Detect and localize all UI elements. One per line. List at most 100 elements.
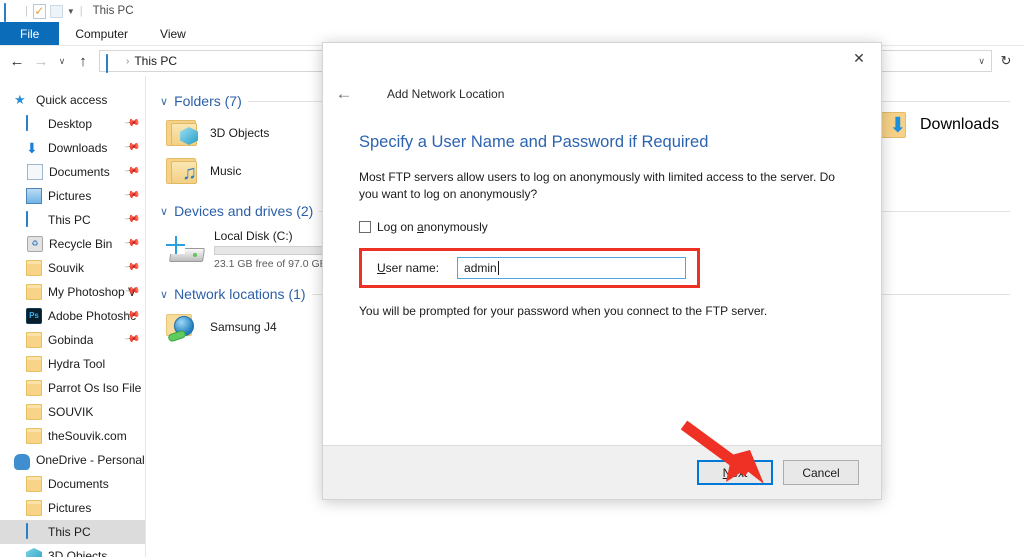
sidebar-item-label: OneDrive - Personal [36, 453, 145, 467]
pictures-icon [26, 188, 42, 204]
sidebar-item-quick-access[interactable]: ★ Quick access [0, 88, 145, 112]
this-pc-icon[interactable] [4, 4, 20, 18]
tab-file[interactable]: File [0, 22, 59, 45]
sidebar-item-label: This PC [48, 213, 91, 227]
chevron-down-icon-address[interactable]: ∨ [978, 56, 985, 67]
hard-drive-icon [166, 236, 204, 264]
pin-icon[interactable]: 📌 [123, 259, 140, 275]
list-item-downloads[interactable]: ⬇ Downloads [876, 111, 999, 139]
item-label: Downloads [920, 116, 999, 134]
up-button[interactable]: ↑ [72, 49, 94, 73]
cube-icon [26, 548, 42, 557]
folder-icon [26, 260, 42, 276]
sidebar-item-onedrive-documents[interactable]: Documents [0, 472, 145, 496]
capacity-bar [214, 246, 332, 255]
next-label: ext [731, 466, 747, 480]
sidebar-item-label: Pictures [48, 189, 91, 203]
back-arrow-icon[interactable]: ← [333, 84, 355, 104]
recent-locations-button[interactable]: ∨ [54, 49, 70, 73]
sidebar-item-label: Desktop [48, 117, 92, 131]
screen: | ✓ ▼ | This PC File Computer View ← → ∨… [0, 0, 1024, 557]
refresh-button[interactable]: ↻ [994, 49, 1018, 73]
pin-icon[interactable]: 📌 [123, 211, 140, 227]
desktop-icon [26, 524, 42, 540]
item-label: Local Disk (C:) [214, 229, 332, 243]
desktop-icon [26, 212, 42, 228]
dialog-footer: Next Cancel [323, 445, 881, 499]
text-cursor [498, 261, 499, 275]
sidebar-item-recycle-bin[interactable]: ♻ Recycle Bin 📌 [0, 232, 145, 256]
sidebar-item-onedrive-pictures[interactable]: Pictures [0, 496, 145, 520]
sidebar-item-label: Documents [49, 165, 110, 179]
folder-icon [26, 332, 42, 348]
sidebar-item-thesouvik-com[interactable]: theSouvik.com [0, 424, 145, 448]
dialog-heading: Specify a User Name and Password if Requ… [359, 133, 849, 152]
pin-icon[interactable]: 📌 [123, 163, 140, 179]
folder-icon [26, 476, 42, 492]
sidebar-item-pictures[interactable]: Pictures 📌 [0, 184, 145, 208]
toolbar-divider-2: | [80, 5, 83, 17]
pin-icon[interactable]: 📌 [123, 331, 140, 347]
sidebar-item-downloads[interactable]: ⬇ Downloads 📌 [0, 136, 145, 160]
chevron-down-icon-folders[interactable]: ∨ [160, 95, 168, 108]
dialog-hint: You will be prompted for your password w… [359, 304, 849, 318]
network-location-icon [166, 312, 200, 342]
username-input[interactable]: admin [457, 257, 686, 279]
folder-icon [26, 428, 42, 444]
breadcrumb-separator: › [126, 56, 129, 67]
sidebar-item-souvik[interactable]: Souvik 📌 [0, 256, 145, 280]
star-icon: ★ [14, 92, 30, 108]
pin-icon[interactable]: 📌 [123, 235, 140, 251]
tab-view[interactable]: View [144, 22, 202, 45]
sidebar-item-label: Gobinda [48, 333, 93, 347]
folder-icon [26, 404, 42, 420]
checkbox-icon[interactable] [359, 221, 371, 233]
desktop-icon [26, 116, 42, 132]
folder-icon [26, 284, 42, 300]
group-title: Devices and drives (2) [174, 203, 313, 219]
sidebar-item-label: Downloads [48, 141, 107, 155]
breadcrumb: This PC [134, 54, 177, 68]
sidebar-item-documents[interactable]: Documents 📌 [0, 160, 145, 184]
checkbox-label-accel: a [417, 220, 424, 234]
forward-button[interactable]: → [30, 49, 52, 73]
sidebar-item-label: SOUVIK [48, 405, 93, 419]
recycle-bin-icon: ♻ [27, 236, 43, 252]
pin-icon[interactable]: 📌 [123, 139, 140, 155]
log-on-anonymously-checkbox-row[interactable]: Log on anonymously [359, 220, 849, 234]
checkbox-label: Log on anonymously [377, 220, 488, 234]
download-icon: ⬇ [26, 140, 42, 156]
properties-icon[interactable]: ✓ [33, 4, 46, 19]
dialog-nav-title: Add Network Location [387, 87, 504, 101]
sidebar-item-adobe-photoshop[interactable]: Ps Adobe Photoshc 📌 [0, 304, 145, 328]
sidebar-item-gobinda[interactable]: Gobinda 📌 [0, 328, 145, 352]
chevron-down-icon-network[interactable]: ∨ [160, 288, 168, 301]
cancel-button[interactable]: Cancel [783, 460, 859, 485]
sidebar-item-my-photoshop-v[interactable]: My Photoshop V 📌 [0, 280, 145, 304]
dialog-title-bar: ✕ [323, 43, 881, 77]
folder-music-icon: ♫ [166, 157, 200, 185]
sidebar-item-hydra-tool[interactable]: Hydra Tool [0, 352, 145, 376]
new-folder-icon[interactable] [50, 5, 63, 18]
chevron-down-icon[interactable]: ▼ [67, 7, 75, 16]
tab-computer[interactable]: Computer [59, 22, 144, 45]
drive-info: Local Disk (C:) 23.1 GB free of 97.0 GB [214, 229, 332, 270]
sidebar-item-3d-objects[interactable]: 3D Objects [0, 544, 145, 557]
close-icon[interactable]: ✕ [837, 43, 881, 73]
navigation-pane: ★ Quick access Desktop 📌 ⬇ Downloads 📌 D… [0, 76, 146, 557]
next-button[interactable]: Next [697, 460, 773, 485]
sidebar-item-label: Hydra Tool [48, 357, 105, 371]
sidebar-item-this-pc-selected[interactable]: This PC [0, 520, 145, 544]
folder-icon [26, 500, 42, 516]
sidebar-item-this-pc[interactable]: This PC 📌 [0, 208, 145, 232]
item-label: 3D Objects [210, 126, 269, 140]
sidebar-item-label: Pictures [48, 501, 91, 515]
sidebar-item-parrot-os-iso-file[interactable]: Parrot Os Iso File [0, 376, 145, 400]
back-button[interactable]: ← [6, 49, 28, 73]
sidebar-item-onedrive-personal[interactable]: OneDrive - Personal [0, 448, 145, 472]
sidebar-item-souvik-caps[interactable]: SOUVIK [0, 400, 145, 424]
sidebar-item-desktop[interactable]: Desktop 📌 [0, 112, 145, 136]
pin-icon[interactable]: 📌 [123, 115, 140, 131]
pin-icon[interactable]: 📌 [123, 187, 140, 203]
chevron-down-icon-devices[interactable]: ∨ [160, 205, 168, 218]
